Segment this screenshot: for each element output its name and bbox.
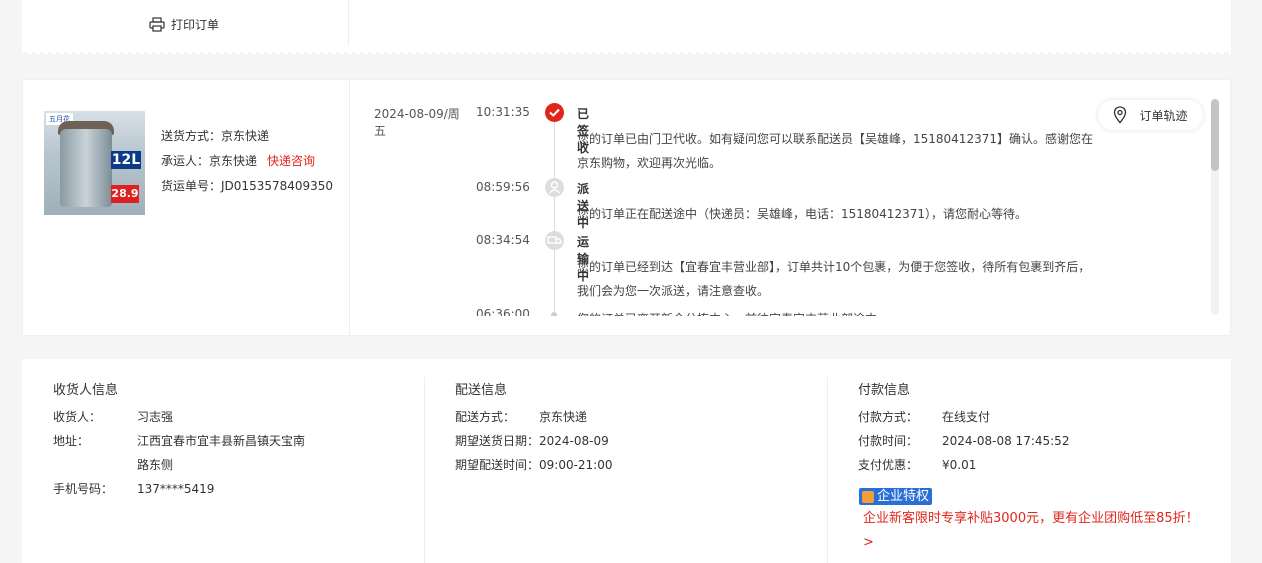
receiver-heading: 收货人信息 bbox=[53, 383, 119, 398]
divider bbox=[348, 0, 349, 45]
receiver-info: 收货人信息 收货人： 习志强 地址： 江西宜春市宜丰县新昌镇天宝南路东侧 手机号码：… bbox=[22, 359, 424, 563]
delivery-time-value: 09:00-21:00 bbox=[539, 458, 613, 472]
receiver-name-value: 习志强 bbox=[137, 410, 174, 424]
scrollbar-thumb[interactable] bbox=[1211, 99, 1219, 171]
divider bbox=[827, 377, 828, 563]
payment-discount-row: 支付优惠： ¥0.01 bbox=[858, 453, 976, 477]
courier-consult-link[interactable]: 快递咨询 bbox=[267, 154, 315, 168]
product-price-badge: 28.9 bbox=[111, 185, 139, 203]
receiver-name-label: 收货人： bbox=[53, 410, 102, 424]
receiver-address-row: 地址： 江西宜春市宜丰县新昌镇天宝南路东侧 bbox=[53, 429, 313, 477]
timeline-line bbox=[554, 114, 555, 314]
payment-time-value: 2024-08-08 17:45:52 bbox=[942, 434, 1070, 448]
shipping-method-label: 送货方式： bbox=[161, 129, 222, 143]
delivery-method-value: 京东快递 bbox=[539, 410, 588, 424]
tracking-panel: 五月花 12L 28.9 送货方式：京东快递 承运人：京东快递 快递咨询 货运单号… bbox=[22, 79, 1231, 336]
payment-method-label: 付款方式： bbox=[858, 410, 919, 424]
receiver-phone-label: 手机号码： bbox=[53, 482, 114, 496]
payment-heading: 付款信息 bbox=[858, 383, 911, 398]
event-description: 您的订单已由门卫代收。如有疑问您可以联系配送员【吴雄峰，15180412371】… bbox=[577, 132, 1093, 170]
receiver-name-row: 收货人： 习志强 bbox=[53, 405, 173, 429]
print-order-button[interactable]: 打印订单 bbox=[149, 16, 219, 33]
payment-time-label: 付款时间： bbox=[858, 434, 919, 448]
event-time: 06:36:00 bbox=[476, 307, 530, 316]
delivery-method-label: 配送方式： bbox=[455, 410, 516, 424]
carrier-value: 京东快递 bbox=[209, 154, 258, 168]
check-icon bbox=[545, 103, 564, 122]
event-time: 08:59:56 bbox=[476, 180, 530, 194]
delivery-time-label: 期望配送时间： bbox=[455, 458, 540, 472]
tracking-number-label: 货运单号： bbox=[161, 179, 222, 193]
event-time: 08:34:54 bbox=[476, 233, 530, 247]
carrier-row: 承运人：京东快递 快递咨询 bbox=[161, 149, 333, 174]
event-description: 您的订单正在配送途中（快递员：吴雄峰，电话：15180412371），请您耐心等… bbox=[577, 207, 1027, 221]
payment-discount-value: ¥0.01 bbox=[942, 458, 977, 472]
enterprise-badge-label: 企业特权 bbox=[877, 489, 930, 504]
event-date: 2024-08-09/周五 bbox=[374, 107, 460, 138]
event-time: 10:31:35 bbox=[476, 105, 530, 119]
tracking-number-row: 货运单号：JD0153578409350 bbox=[161, 174, 333, 199]
receiver-phone-value: 137****5419 bbox=[137, 482, 215, 496]
courier-icon bbox=[545, 178, 564, 197]
shipping-method-value: 京东快递 bbox=[221, 129, 270, 143]
product-thumbnail[interactable]: 五月花 12L 28.9 bbox=[44, 111, 145, 215]
receiver-address-label: 地址： bbox=[53, 434, 90, 448]
product-body bbox=[60, 129, 112, 207]
payment-discount-label: 支付优惠： bbox=[858, 458, 919, 472]
timeline-scrollbar[interactable] bbox=[1211, 99, 1219, 315]
print-order-label: 打印订单 bbox=[171, 18, 220, 32]
order-info-panel: 收货人信息 收货人： 习志强 地址： 江西宜春市宜丰县新昌镇天宝南路东侧 手机号码：… bbox=[22, 359, 1231, 563]
payment-method-row: 付款方式： 在线支付 bbox=[858, 405, 990, 429]
order-actions-panel: 打印订单 bbox=[22, 0, 1231, 55]
payment-time-row: 付款时间： 2024-08-08 17:45:52 bbox=[858, 429, 1069, 453]
event-description: 您的订单已离开新余分拣中心，前往宜春宜丰营业部途中 bbox=[577, 307, 1097, 316]
zigzag-edge bbox=[22, 47, 1231, 55]
timeline-dot bbox=[551, 312, 557, 316]
carrier-label: 承运人： bbox=[161, 154, 210, 168]
location-pin-icon bbox=[1114, 106, 1127, 124]
tracking-timeline: 2024-08-09/周五 10:31:35 已签收 您的订单已由门卫代收。如有… bbox=[350, 80, 1207, 316]
delivery-date-value: 2024-08-09 bbox=[539, 434, 609, 448]
receiver-phone-row: 手机号码： 137****5419 bbox=[53, 477, 214, 501]
order-track-button[interactable]: 订单轨迹 bbox=[1098, 100, 1203, 130]
enterprise-promo-link[interactable]: 企业新客限时专享补贴3000元，更有企业团购低至85折！ > bbox=[863, 507, 1213, 555]
delivery-method-row: 配送方式： 京东快递 bbox=[455, 405, 587, 429]
enterprise-badge: 企业特权 bbox=[859, 488, 933, 505]
divider bbox=[424, 377, 425, 563]
receiver-address-value: 江西宜春市宜丰县新昌镇天宝南路东侧 bbox=[137, 434, 306, 472]
product-size-badge: 12L bbox=[111, 151, 141, 169]
delivery-date-label: 期望送货日期： bbox=[455, 434, 540, 448]
shipping-method-row: 送货方式：京东快递 bbox=[161, 124, 333, 149]
shipping-info: 送货方式：京东快递 承运人：京东快递 快递咨询 货运单号：JD0153578409… bbox=[161, 124, 333, 199]
delivery-heading: 配送信息 bbox=[455, 383, 508, 398]
printer-icon bbox=[149, 17, 165, 32]
delivery-date-row: 期望送货日期：2024-08-09 bbox=[455, 429, 609, 453]
payment-method-value: 在线支付 bbox=[942, 410, 991, 424]
truck-icon bbox=[545, 231, 564, 250]
order-track-label: 订单轨迹 bbox=[1139, 108, 1188, 123]
delivery-time-row: 期望配送时间：09:00-21:00 bbox=[455, 453, 613, 477]
event-description: 您的订单已经到达【宜春宜丰营业部】，订单共计10个包裹，为便于您签收，待所有包裹… bbox=[577, 260, 1091, 298]
delivery-info: 配送信息 配送方式： 京东快递 期望送货日期：2024-08-09 期望配送时间：… bbox=[424, 359, 827, 563]
gift-icon bbox=[862, 490, 874, 503]
tracking-number-value: JD0153578409350 bbox=[221, 179, 334, 193]
